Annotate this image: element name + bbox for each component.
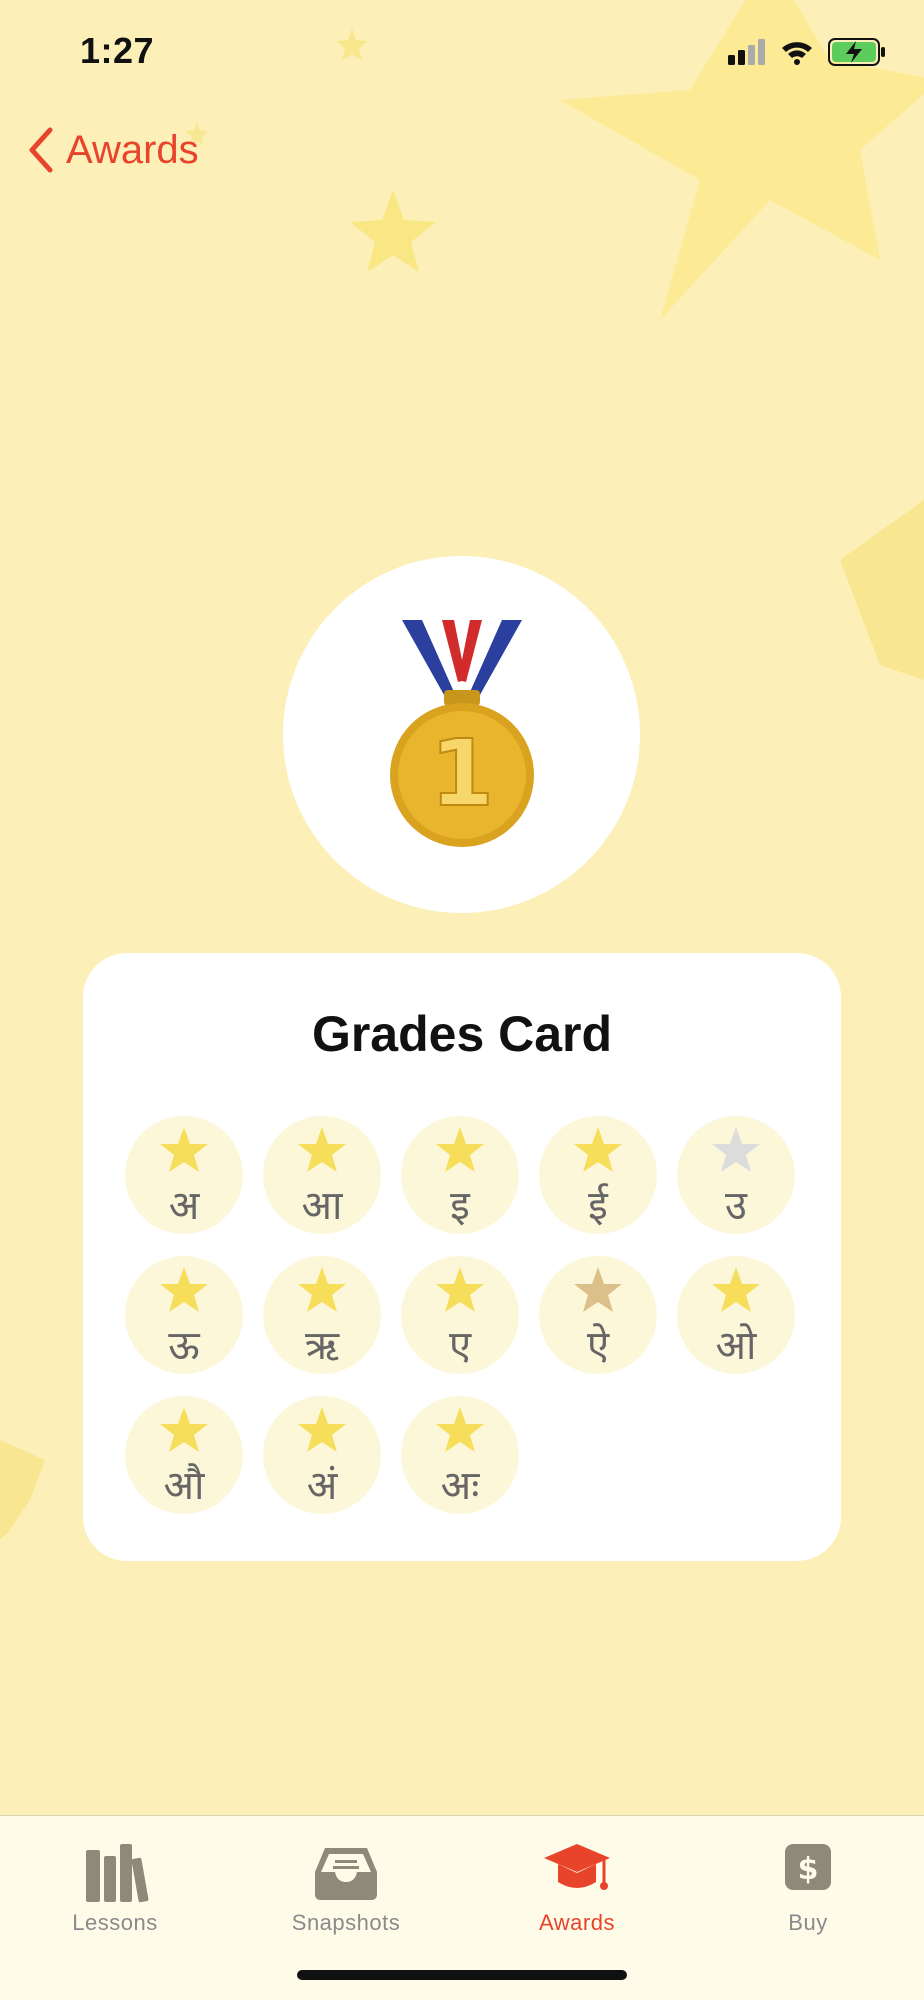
- chevron-left-icon: [29, 127, 53, 173]
- wifi-icon: [782, 42, 812, 65]
- star-icon: [298, 1267, 346, 1312]
- cellular-signal-icon: [728, 39, 765, 65]
- svg-text:$: $: [798, 1852, 819, 1887]
- star-icon: [298, 1407, 346, 1452]
- card-title: Grades Card: [311, 1006, 613, 1062]
- grade-letter: औ: [163, 1463, 205, 1509]
- star-icon: [160, 1127, 208, 1172]
- tab-label: Lessons: [72, 1910, 158, 1935]
- grade-letter: ए: [448, 1323, 472, 1369]
- star-icon: [436, 1267, 484, 1312]
- inbox-tray-icon: [315, 1848, 377, 1900]
- grade-item[interactable]: ए: [401, 1256, 519, 1374]
- tab-label: Buy: [788, 1910, 828, 1935]
- grade-letter: अं: [306, 1463, 338, 1509]
- medal-badge: 1: [283, 556, 640, 913]
- grade-letter: इ: [450, 1183, 470, 1229]
- grade-item[interactable]: आ: [263, 1116, 381, 1234]
- star-icon: [574, 1267, 622, 1312]
- status-icons: [728, 38, 886, 66]
- battery-charging-icon: [828, 38, 885, 66]
- grade-letter: ऋ: [304, 1323, 340, 1369]
- star-icon: [712, 1267, 760, 1312]
- star-icon: [436, 1127, 484, 1172]
- grade-letter: अः: [440, 1463, 480, 1509]
- grade-item[interactable]: ओ: [677, 1256, 795, 1374]
- grade-letter: ई: [588, 1183, 608, 1229]
- back-button[interactable]: Awards: [26, 126, 199, 174]
- star-icon: [712, 1127, 760, 1172]
- tab-lessons[interactable]: Lessons: [15, 1832, 215, 1942]
- dollar-sign-icon: $: [785, 1844, 831, 1890]
- tab-label: Snapshots: [291, 1910, 401, 1935]
- home-indicator[interactable]: [297, 1970, 627, 1980]
- grade-letter: अ: [168, 1183, 200, 1229]
- star-icon: [574, 1127, 622, 1172]
- tab-buy[interactable]: $ Buy: [708, 1832, 908, 1942]
- grade-letter: आ: [301, 1183, 343, 1229]
- medal-digit: 1: [429, 720, 493, 827]
- grade-item[interactable]: ऋ: [263, 1256, 381, 1374]
- star-icon: [298, 1127, 346, 1172]
- grade-item[interactable]: औ: [125, 1396, 243, 1514]
- grade-item[interactable]: ऊ: [125, 1256, 243, 1374]
- grade-letter: उ: [725, 1183, 747, 1229]
- tab-snapshots[interactable]: Snapshots: [246, 1832, 446, 1942]
- back-label: Awards: [66, 127, 199, 172]
- tab-awards[interactable]: Awards: [477, 1832, 677, 1942]
- grade-item[interactable]: अं: [263, 1396, 381, 1514]
- books-icon: [86, 1844, 149, 1903]
- tab-label: Awards: [539, 1910, 615, 1935]
- graduation-cap-icon: [544, 1844, 610, 1890]
- grade-item[interactable]: उ: [677, 1116, 795, 1234]
- star-icon: [160, 1407, 208, 1452]
- grade-item[interactable]: इ: [401, 1116, 519, 1234]
- gold-medal-icon: 1: [389, 619, 534, 847]
- grades-card: Grades Card अ आ इ ई उ ऊ ऋ ए ऐ ओ औ अं अः: [83, 953, 841, 1561]
- grade-letter: ऐ: [586, 1323, 610, 1369]
- grade-letter: ओ: [715, 1323, 757, 1369]
- grade-item[interactable]: अः: [401, 1396, 519, 1514]
- grade-item[interactable]: ऐ: [539, 1256, 657, 1374]
- status-time: 1:27: [80, 30, 155, 71]
- grade-item[interactable]: अ: [125, 1116, 243, 1234]
- star-icon: [160, 1267, 208, 1312]
- status-bar: 1:27: [0, 0, 924, 110]
- grade-letter: ऊ: [168, 1323, 200, 1369]
- star-icon: [436, 1407, 484, 1452]
- grade-item[interactable]: ई: [539, 1116, 657, 1234]
